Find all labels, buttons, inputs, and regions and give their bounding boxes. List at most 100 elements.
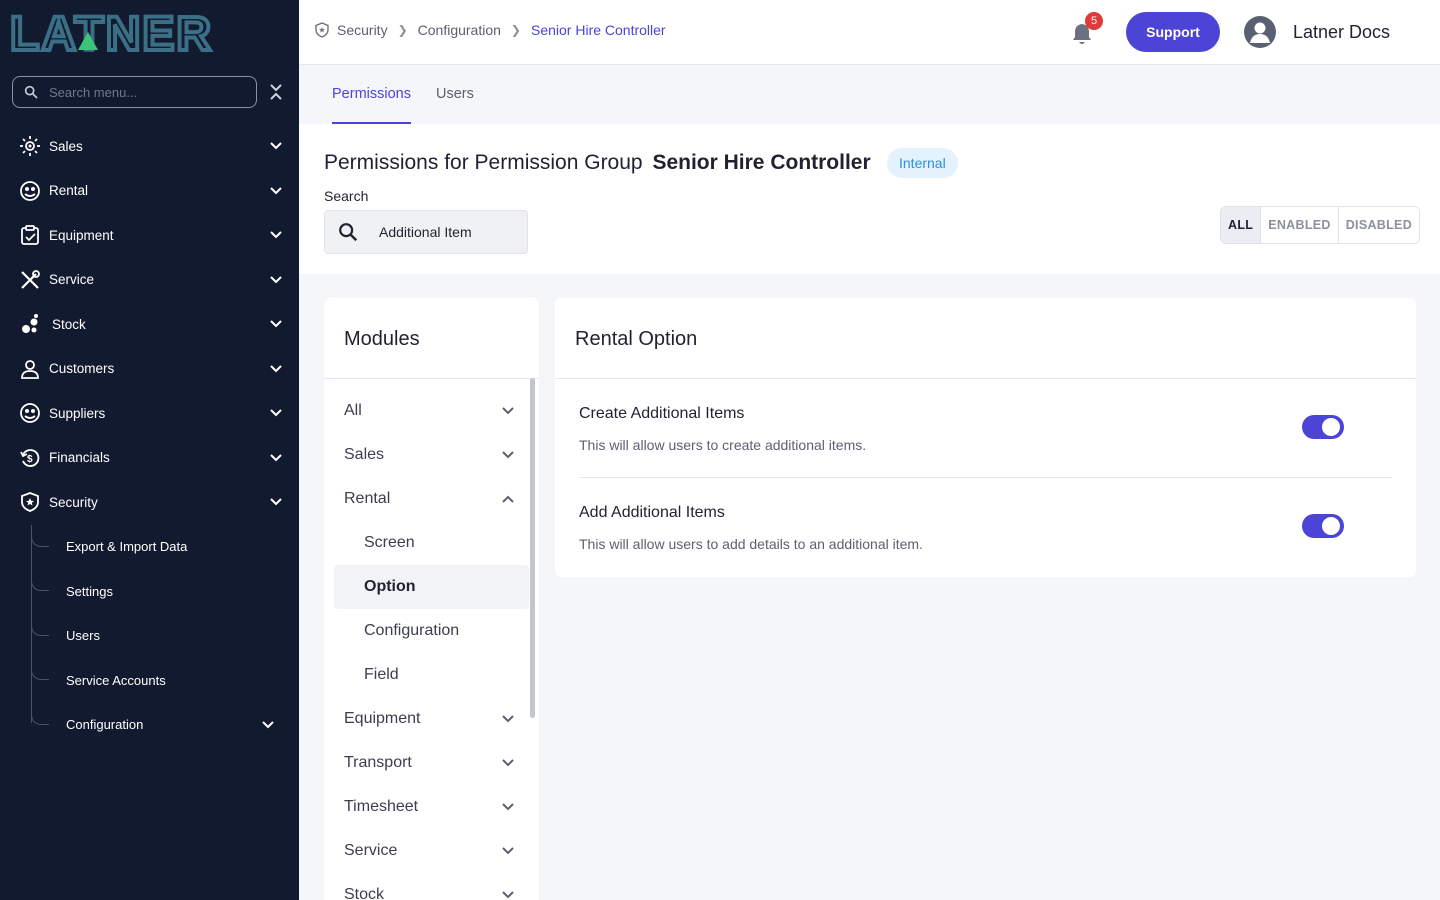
- collapse-sidebar-icon[interactable]: [268, 82, 284, 102]
- sidebar-subitem-users[interactable]: Users: [0, 614, 299, 659]
- chevron-down-icon: [502, 847, 514, 855]
- module-label: Rental: [344, 490, 391, 507]
- module-subitem-label: Field: [364, 666, 399, 683]
- sidebar-item-label: Service: [49, 272, 95, 288]
- user-icon: [19, 358, 41, 380]
- breadcrumb-configuration[interactable]: Configuration: [418, 22, 501, 38]
- module-item-stock[interactable]: Stock: [324, 873, 539, 900]
- chevron-down-icon: [270, 186, 282, 194]
- sidebar-item-label: Suppliers: [49, 405, 106, 421]
- sidebar-item-stock[interactable]: Stock: [0, 302, 299, 347]
- permission-toggle[interactable]: [1302, 415, 1344, 439]
- module-label: Equipment: [344, 710, 421, 727]
- chevron-down-icon: [502, 407, 514, 415]
- module-item-all[interactable]: All: [324, 389, 539, 433]
- module-item-rental[interactable]: Rental: [324, 477, 539, 521]
- sidebar-subitem-label: Configuration: [66, 717, 144, 733]
- sidebar-subitem-service-accounts[interactable]: Service Accounts: [0, 658, 299, 703]
- chevron-down-icon: [270, 409, 282, 417]
- module-item-sales[interactable]: Sales: [324, 433, 539, 477]
- sidebar-subitem-export-import[interactable]: Export & Import Data: [0, 525, 299, 570]
- chevron-down-icon: [270, 364, 282, 372]
- permission-name: Create Additional Items: [579, 405, 745, 422]
- sidebar-item-financials[interactable]: $ Financials: [0, 436, 299, 481]
- tab-permissions[interactable]: Permissions: [332, 86, 411, 124]
- sidebar-item-label: Equipment: [49, 227, 114, 243]
- permission-row: Create Additional Items This will allow …: [579, 379, 1392, 478]
- sidebar-item-equipment[interactable]: Equipment: [0, 213, 299, 258]
- permission-toggle[interactable]: [1302, 514, 1344, 538]
- tab-bar: Permissions Users: [299, 65, 1440, 124]
- modules-list: All Sales Rental Screen Option Configura…: [324, 389, 539, 900]
- sidebar-subitem-configuration[interactable]: Configuration: [0, 703, 299, 748]
- permission-group-name: Senior Hire Controller: [652, 151, 871, 174]
- permission-name: Add Additional Items: [579, 504, 725, 521]
- module-subitem-label: Configuration: [364, 622, 460, 639]
- tab-users[interactable]: Users: [436, 86, 474, 122]
- sidebar-item-label: Rental: [49, 183, 89, 199]
- chevron-down-icon: [270, 142, 282, 150]
- suppliers-icon: [19, 402, 41, 424]
- module-subitem-option[interactable]: Option: [334, 565, 529, 609]
- chevron-down-icon: [502, 715, 514, 723]
- menu-search[interactable]: [12, 76, 257, 108]
- filter-disabled[interactable]: DISABLED: [1338, 207, 1420, 243]
- breadcrumb-security[interactable]: Security: [337, 22, 388, 38]
- financials-icon: $: [19, 447, 41, 469]
- filter-enabled[interactable]: ENABLED: [1261, 207, 1339, 243]
- sidebar-item-customers[interactable]: Customers: [0, 347, 299, 392]
- page-title: Permissions for Permission Group Senior …: [324, 151, 871, 175]
- permission-row: Add Additional Items This will allow use…: [579, 478, 1392, 577]
- submenu-branch: [31, 666, 49, 680]
- avatar[interactable]: [1244, 16, 1276, 48]
- option-panel-title: Rental Option: [575, 328, 698, 350]
- sidebar-item-rental[interactable]: Rental: [0, 169, 299, 214]
- breadcrumb: Security ❯ Configuration ❯ Senior Hire C…: [315, 22, 666, 38]
- sidebar-subitem-settings[interactable]: Settings: [0, 569, 299, 614]
- module-item-transport[interactable]: Transport: [324, 741, 539, 785]
- sidebar-item-label: Financials: [49, 450, 110, 466]
- sidebar-item-label: Security: [49, 494, 98, 510]
- sidebar-item-label: Sales: [49, 138, 83, 154]
- module-item-service[interactable]: Service: [324, 829, 539, 873]
- module-label: All: [344, 402, 362, 419]
- svg-text:$: $: [27, 454, 33, 465]
- module-label: Stock: [344, 886, 385, 900]
- sidebar-subitem-label: Service Accounts: [66, 672, 166, 688]
- breadcrumb-current: Senior Hire Controller: [530, 22, 666, 38]
- module-subitem-label: Screen: [364, 534, 415, 551]
- sidebar-item-suppliers[interactable]: Suppliers: [0, 391, 299, 436]
- module-label: Sales: [344, 446, 385, 463]
- stock-icon: [19, 313, 41, 335]
- toggle-knob: [1322, 418, 1340, 436]
- module-subitem-screen[interactable]: Screen: [324, 521, 539, 565]
- sidebar-item-security[interactable]: Security: [0, 480, 299, 525]
- modules-scrollbar[interactable]: [530, 378, 535, 718]
- module-item-timesheet[interactable]: Timesheet: [324, 785, 539, 829]
- notification-badge: 5: [1085, 12, 1103, 30]
- status-filter: ALL ENABLED DISABLED: [1220, 206, 1421, 244]
- toggle-knob: [1322, 517, 1340, 535]
- page-heading-panel: Permissions for Permission Group Senior …: [299, 124, 1440, 274]
- permission-search-input[interactable]: [379, 224, 519, 240]
- chevron-right-icon: ❯: [510, 23, 521, 37]
- permission-search[interactable]: [324, 210, 528, 254]
- modules-panel: Modules All Sales Rental Screen Option C…: [324, 298, 539, 900]
- module-subitem-configuration[interactable]: Configuration: [324, 609, 539, 653]
- support-button[interactable]: Support: [1126, 12, 1220, 52]
- module-subitem-field[interactable]: Field: [324, 653, 539, 697]
- module-item-equipment[interactable]: Equipment: [324, 697, 539, 741]
- filter-all[interactable]: ALL: [1221, 207, 1262, 243]
- latner-logo[interactable]: LATNER: [10, 10, 280, 55]
- shield-icon: [315, 22, 329, 38]
- sidebar-item-sales[interactable]: Sales: [0, 124, 299, 169]
- sidebar-item-service[interactable]: Service: [0, 258, 299, 303]
- chevron-down-icon: [502, 759, 514, 767]
- chevron-down-icon: [270, 320, 282, 328]
- menu-search-input[interactable]: [49, 84, 239, 100]
- chevron-down-icon: [502, 451, 514, 459]
- chevron-down-icon: [502, 803, 514, 811]
- user-name[interactable]: Latner Docs: [1293, 22, 1390, 43]
- module-label: Timesheet: [344, 798, 419, 815]
- permission-description: This will allow users to add details to …: [579, 536, 923, 552]
